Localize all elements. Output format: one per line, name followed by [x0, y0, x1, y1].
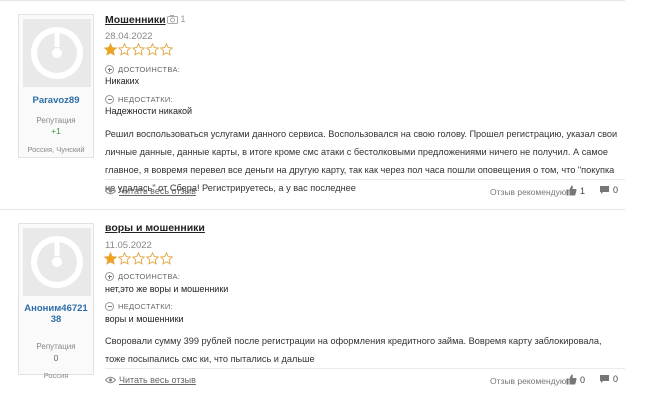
avatar[interactable] [23, 19, 91, 87]
divider [105, 179, 625, 180]
reputation-value: 0 [53, 353, 59, 363]
reputation-label: Репутация [36, 116, 76, 125]
cons-heading: НЕДОСТАТКИ: [105, 302, 173, 311]
avatar[interactable] [23, 228, 91, 296]
review-title[interactable]: Мошенники [105, 14, 166, 26]
pros-heading: ДОСТОИНСТВА: [105, 272, 180, 281]
divider [0, 0, 625, 1]
author-location: Россия, Чунский [27, 145, 85, 154]
photo-count: 1 [167, 14, 186, 24]
thumbs-up-icon [566, 374, 577, 385]
read-full-review-link[interactable]: Читать весь отзыв [105, 375, 196, 385]
star-empty-icon [160, 252, 173, 265]
camera-icon [167, 15, 178, 24]
comments-button[interactable]: 0 [599, 374, 618, 384]
pros-text: нет,это же воры и мошенники [105, 284, 229, 294]
like-count: 1 [580, 185, 586, 196]
pros-label: ДОСТОИНСТВА: [118, 65, 181, 74]
recommend-label: Отзыв рекомендуют: [490, 376, 573, 386]
like-button[interactable]: 1 [566, 185, 585, 196]
pros-heading: ДОСТОИНСТВА: [105, 65, 180, 74]
cons-text: воры и мошенники [105, 314, 184, 324]
review-text: Своровали сумму 399 рублей после регистр… [105, 336, 602, 364]
eye-icon [105, 187, 116, 195]
star-empty-icon [146, 43, 159, 56]
author-location: Россия [43, 371, 69, 380]
comment-count: 0 [613, 185, 619, 195]
default-avatar-icon [31, 27, 83, 79]
author-name[interactable]: Paravoz89 [19, 95, 93, 106]
review-date: 28.04.2022 [105, 31, 153, 42]
cons-text: Надежности никакой [105, 106, 193, 116]
star-empty-icon [118, 252, 131, 265]
read-full-review-link[interactable]: Читать весь отзыв [105, 186, 196, 196]
reputation-value: +1 [51, 126, 61, 136]
default-avatar-icon [31, 236, 83, 288]
comment-icon [600, 375, 609, 383]
comments-button[interactable]: 0 [599, 185, 618, 195]
photo-count-value: 1 [180, 14, 186, 24]
review-footer: Читать весь отзыв Отзыв рекомендуют: 1 0 [105, 179, 625, 199]
reputation-label: Репутация [36, 342, 76, 351]
plus-circle-icon [105, 65, 114, 74]
star-empty-icon [146, 252, 159, 265]
thumbs-up-icon [566, 185, 577, 196]
star-empty-icon [160, 43, 173, 56]
cons-label: НЕДОСТАТКИ: [118, 302, 173, 311]
star-empty-icon [132, 252, 145, 265]
rating-stars [104, 43, 173, 56]
cons-label: НЕДОСТАТКИ: [118, 95, 173, 104]
divider [0, 209, 625, 210]
review-card: Аноним4672138 Репутация 0 Россия воры и … [0, 209, 650, 401]
pros-label: ДОСТОИНСТВА: [118, 272, 181, 281]
author-card: Аноним4672138 Репутация 0 Россия [18, 223, 94, 380]
like-count: 0 [580, 374, 586, 385]
rating-stars [104, 252, 173, 265]
star-filled-icon [104, 43, 117, 56]
divider [105, 368, 625, 369]
like-button[interactable]: 0 [566, 374, 585, 385]
author-card: Paravoz89 Репутация +1 Россия, Чунский [18, 14, 94, 158]
star-empty-icon [132, 43, 145, 56]
comment-icon [600, 186, 609, 194]
review-footer: Читать весь отзыв Отзыв рекомендуют: 0 0 [105, 368, 625, 388]
minus-circle-icon [105, 302, 114, 311]
review-date: 11.05.2022 [105, 240, 152, 251]
review-title[interactable]: воры и мошенники [105, 222, 205, 234]
cons-heading: НЕДОСТАТКИ: [105, 95, 173, 104]
read-full-review-label: Читать весь отзыв [119, 375, 196, 385]
pros-text: Никаких [105, 76, 140, 86]
read-full-review-label: Читать весь отзыв [119, 186, 196, 196]
plus-circle-icon [105, 272, 114, 281]
review-card: Paravoz89 Репутация +1 Россия, Чунский М… [0, 0, 650, 209]
star-filled-icon [104, 252, 117, 265]
star-empty-icon [118, 43, 131, 56]
recommend-label: Отзыв рекомендуют: [490, 187, 573, 197]
comment-count: 0 [613, 374, 619, 384]
author-name[interactable]: Аноним4672138 [19, 303, 93, 325]
eye-icon [105, 376, 116, 384]
minus-circle-icon [105, 95, 114, 104]
